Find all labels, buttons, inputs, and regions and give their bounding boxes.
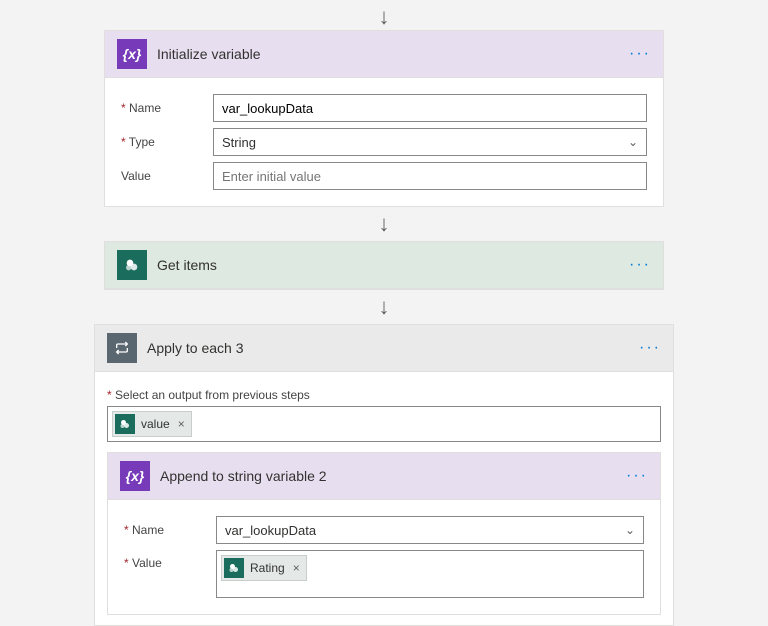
- name-value: var_lookupData: [225, 523, 316, 538]
- value-label: Value: [121, 169, 201, 183]
- dynamic-content-token[interactable]: Rating ×: [221, 555, 307, 581]
- field-row-value: Value Rating ×: [124, 550, 644, 598]
- flow-arrow: ↓: [90, 213, 678, 235]
- flow-arrow: ↓: [90, 296, 678, 318]
- step-header[interactable]: {x} Append to string variable 2 ···: [108, 453, 660, 500]
- select-output-label: Select an output from previous steps: [107, 388, 661, 402]
- field-row-type: Type String ⌄: [121, 128, 647, 156]
- name-select[interactable]: var_lookupData ⌄: [216, 516, 644, 544]
- field-row-name: Name: [121, 94, 647, 122]
- step-header[interactable]: Get items ···: [105, 242, 663, 289]
- step-initialize-variable: {x} Initialize variable ··· Name Type St…: [104, 30, 664, 207]
- more-button[interactable]: ···: [639, 339, 661, 357]
- step-body: Select an output from previous steps val…: [95, 372, 673, 625]
- name-input[interactable]: [213, 94, 647, 122]
- field-row-value: Value: [121, 162, 647, 190]
- loop-icon: [107, 333, 137, 363]
- value-input[interactable]: [213, 162, 647, 190]
- more-button[interactable]: ···: [626, 467, 648, 485]
- sharepoint-icon: [115, 414, 135, 434]
- step-header[interactable]: Apply to each 3 ···: [95, 325, 673, 372]
- more-button[interactable]: ···: [629, 256, 651, 274]
- value-input[interactable]: Rating ×: [216, 550, 644, 598]
- dynamic-content-token[interactable]: value ×: [112, 411, 192, 437]
- sharepoint-icon: [117, 250, 147, 280]
- chevron-down-icon: ⌄: [625, 523, 635, 537]
- field-row-name: Name var_lookupData ⌄: [124, 516, 644, 544]
- step-body: Name Type String ⌄ Value: [105, 78, 663, 206]
- step-title: Apply to each 3: [147, 340, 629, 356]
- step-title: Get items: [157, 257, 619, 273]
- variable-icon: {x}: [120, 461, 150, 491]
- token-label: Rating: [250, 561, 285, 575]
- token-remove[interactable]: ×: [178, 417, 185, 431]
- sharepoint-icon: [224, 558, 244, 578]
- more-button[interactable]: ···: [629, 45, 651, 63]
- step-title: Initialize variable: [157, 46, 619, 62]
- value-label: Value: [124, 550, 204, 570]
- name-label: Name: [124, 523, 204, 537]
- type-label: Type: [121, 135, 201, 149]
- token-label: value: [141, 417, 170, 431]
- select-output-input[interactable]: value ×: [107, 406, 661, 442]
- flow-arrow: ↓: [90, 6, 678, 28]
- variable-icon: {x}: [117, 39, 147, 69]
- step-append-to-string: {x} Append to string variable 2 ··· Name…: [107, 452, 661, 615]
- step-get-items: Get items ···: [104, 241, 664, 290]
- type-select[interactable]: String ⌄: [213, 128, 647, 156]
- chevron-down-icon: ⌄: [628, 135, 638, 149]
- step-title: Append to string variable 2: [160, 468, 616, 484]
- name-label: Name: [121, 101, 201, 115]
- step-header[interactable]: {x} Initialize variable ···: [105, 31, 663, 78]
- step-apply-to-each: Apply to each 3 ··· Select an output fro…: [94, 324, 674, 626]
- type-value: String: [222, 135, 256, 150]
- step-body: Name var_lookupData ⌄ Value Rating: [108, 500, 660, 614]
- token-remove[interactable]: ×: [293, 561, 300, 575]
